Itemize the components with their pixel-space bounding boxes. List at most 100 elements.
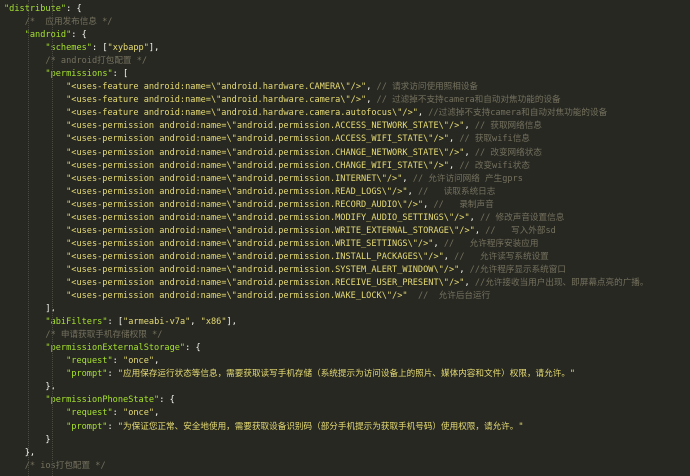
string-token: "<uses-feature android:name=\"android.ha… — [66, 82, 367, 93]
key-token: "abiFilters" — [45, 317, 108, 328]
code-line[interactable]: "<uses-permission android:name=\"android… — [0, 120, 690, 133]
code-line[interactable]: }, — [0, 447, 690, 460]
punctuation-token: , — [417, 108, 429, 119]
key-token: "prompt" — [66, 369, 108, 380]
punctuation-token: , — [464, 147, 475, 158]
punctuation-token: ], — [45, 304, 56, 315]
string-token: "<uses-permission android:name=\"android… — [66, 238, 434, 249]
string-token: "<uses-feature android:name=\"android.ha… — [66, 108, 418, 119]
punctuation-token: ], — [226, 317, 237, 328]
punctuation-token: , — [366, 82, 377, 93]
comment-token: /* android打包配置 */ — [45, 56, 148, 67]
string-token: "x86" — [200, 317, 227, 328]
code-line[interactable]: "<uses-permission android:name=\"android… — [0, 212, 690, 225]
comment-token: // 允许程序安装应用 — [443, 238, 539, 249]
code-line[interactable]: "<uses-permission android:name=\"android… — [0, 160, 690, 173]
code-line[interactable]: ], — [0, 303, 690, 316]
punctuation-token: , — [464, 121, 475, 132]
comment-token: // 允许后台运行 — [417, 291, 491, 302]
code-line[interactable]: /* 申请获取手机存储权限 */ — [0, 329, 690, 342]
punctuation-token: , — [448, 134, 460, 145]
code-line[interactable]: /* 应用发布信息 */ — [0, 16, 690, 29]
string-token: "<uses-permission android:name=\"android… — [66, 264, 460, 275]
punctuation-token: : { — [185, 343, 201, 354]
punctuation-token: : [ — [112, 69, 129, 80]
code-line[interactable]: "android": { — [0, 29, 690, 42]
punctuation-token: , — [154, 356, 160, 367]
punctuation-token: , — [474, 225, 486, 236]
code-line[interactable]: /* ios打包配置 */ — [0, 460, 690, 473]
comment-token: // 过滤掉不支持camera和自动对焦功能的设备 — [376, 95, 561, 106]
code-line[interactable]: "request": "once", — [0, 355, 690, 368]
code-line[interactable]: "request": "once", — [0, 407, 690, 420]
code-line[interactable]: "<uses-feature android:name=\"android.ha… — [0, 81, 690, 94]
comment-token: // 改变网络状态 — [474, 147, 542, 158]
punctuation-token: , — [402, 173, 413, 184]
punctuation-token: ], — [148, 43, 160, 54]
comment-token: // 读取系统日志 — [417, 186, 496, 197]
code-line[interactable]: "<uses-permission android:name=\"android… — [0, 264, 690, 277]
code-line[interactable]: "distribute": { — [0, 3, 690, 16]
string-token: "<uses-feature android:name=\"android.ha… — [66, 95, 367, 106]
code-line[interactable]: "schemes": ["xybapp"], — [0, 42, 690, 55]
code-line[interactable]: } — [0, 434, 690, 447]
code-line[interactable]: "prompt": "为保证您正常、安全地使用，需要获取设备识别码（部分手机提示… — [0, 421, 690, 434]
code-line[interactable]: /* android打包配置 */ — [0, 55, 690, 68]
string-token: "armeabi-v7a" — [123, 317, 191, 328]
comment-token: // 请求访问使用照相设备 — [376, 82, 479, 93]
code-line[interactable]: "<uses-permission android:name=\"android… — [0, 173, 690, 186]
code-line[interactable]: "<uses-permission android:name=\"android… — [0, 277, 690, 290]
code-line[interactable]: "<uses-permission android:name=\"android… — [0, 147, 690, 160]
code-lines[interactable]: "distribute": { /* 应用发布信息 */ "android": … — [0, 3, 690, 473]
code-editor[interactable]: "distribute": { /* 应用发布信息 */ "android": … — [0, 0, 690, 476]
code-line[interactable]: "abiFilters": ["armeabi-v7a", "x86"], — [0, 316, 690, 329]
string-token: "<uses-permission android:name=\"android… — [66, 147, 465, 158]
punctuation-token: : [ — [91, 43, 108, 54]
key-token: "permissionExternalStorage" — [45, 343, 186, 354]
code-line[interactable]: "prompt": "应用保存运行状态等信息，需要获取读写手机存储（系统提示为访… — [0, 368, 690, 381]
punctuation-token: }, — [24, 447, 36, 458]
punctuation-token: : [ — [107, 317, 124, 328]
code-line[interactable]: "<uses-permission android:name=\"android… — [0, 225, 690, 238]
code-line[interactable]: "<uses-permission android:name=\"android… — [0, 238, 690, 251]
code-line[interactable]: "<uses-permission android:name=\"android… — [0, 133, 690, 146]
code-line[interactable]: "permissionPhoneState": { — [0, 394, 690, 407]
comment-token: /* 申请获取手机存储权限 */ — [45, 330, 163, 341]
comment-token: // 允许访问网络 产生gprs — [412, 173, 523, 184]
string-token: "<uses-permission android:name=\"android… — [66, 186, 408, 197]
comment-token: // 修改声音设置信息 — [480, 212, 565, 223]
code-line[interactable]: "<uses-feature android:name=\"android.ha… — [0, 94, 690, 107]
comment-token: //允许程序显示系统窗口 — [469, 264, 566, 275]
code-line[interactable]: }, — [0, 381, 690, 394]
code-line[interactable]: "<uses-feature android:name=\"android.ha… — [0, 107, 690, 120]
key-token: "permissions" — [45, 69, 113, 80]
code-line[interactable]: "<uses-permission android:name=\"android… — [0, 186, 690, 199]
indent-guide-2 — [52, 0, 53, 476]
string-token: "xybapp" — [107, 43, 149, 54]
key-token: "prompt" — [66, 421, 108, 432]
punctuation-token: , — [443, 251, 455, 262]
punctuation-token: , — [154, 408, 160, 419]
code-line[interactable]: "permissions": [ — [0, 68, 690, 81]
code-line[interactable]: "permissionExternalStorage": { — [0, 342, 690, 355]
code-line[interactable]: "<uses-permission android:name=\"android… — [0, 199, 690, 212]
string-token: "<uses-permission android:name=\"android… — [66, 160, 449, 171]
punctuation-token: , — [464, 277, 475, 288]
code-line[interactable]: "<uses-permission android:name=\"android… — [0, 251, 690, 264]
code-line[interactable]: "<uses-permission android:name=\"android… — [0, 290, 690, 303]
